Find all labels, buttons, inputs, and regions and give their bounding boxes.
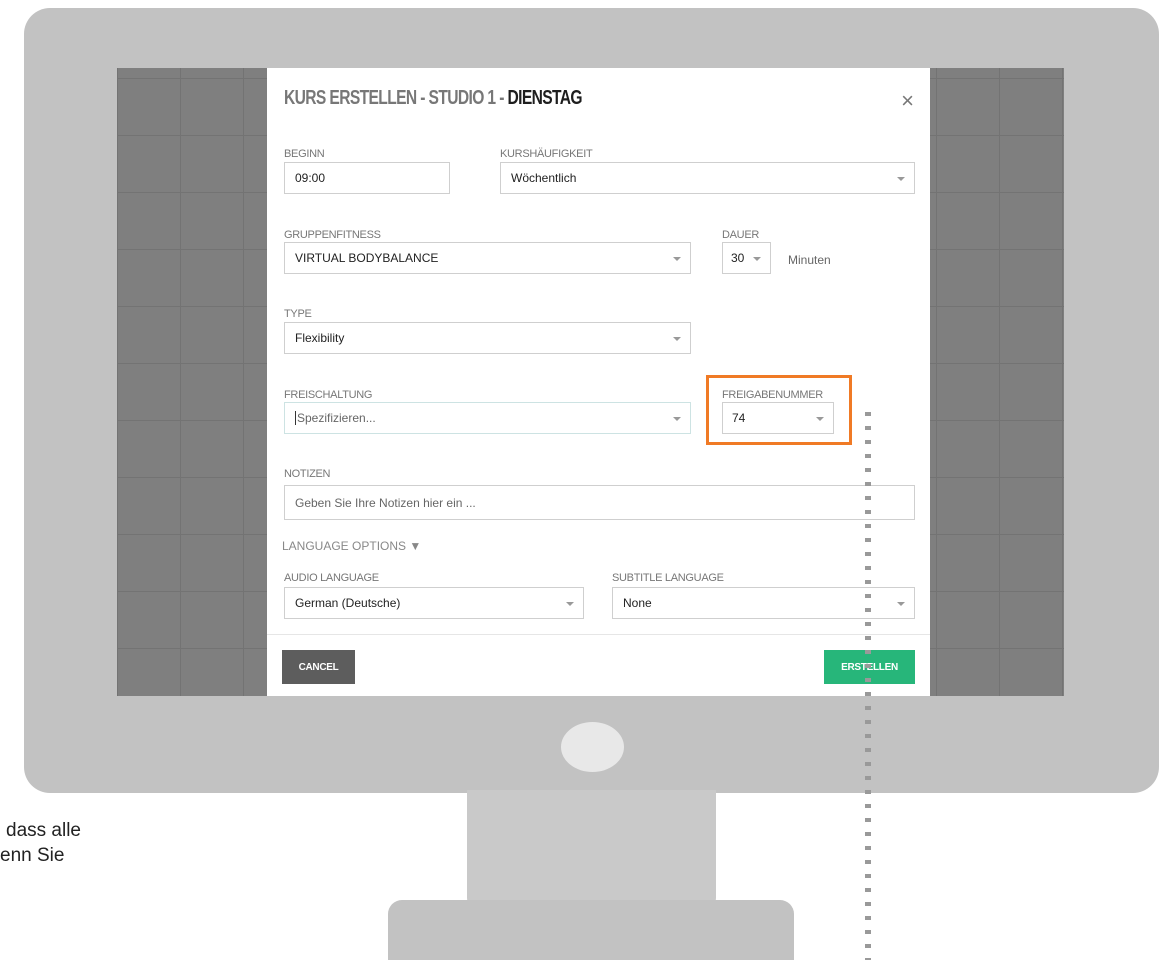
dauer-select[interactable]: 30	[722, 242, 771, 274]
beginn-label: BEGINN	[284, 148, 325, 160]
dialog-title-prefix: KURS ERSTELLEN - STUDIO 1 -	[284, 87, 504, 109]
language-options-toggle[interactable]: LANGUAGE OPTIONS ▼	[282, 539, 421, 553]
beginn-input[interactable]: 09:00	[284, 162, 450, 194]
dialog-title: KURS ERSTELLEN - STUDIO 1 - DIENSTAG	[284, 87, 583, 110]
side-text-line-1: dass alle	[6, 820, 81, 841]
audio-language-label: AUDIO LANGUAGE	[284, 572, 379, 584]
callout-dotted-line	[865, 412, 871, 960]
kurshaeufigkeit-select[interactable]: Wöchentlich	[500, 162, 915, 194]
kurshaeufigkeit-label: KURSHÄUFIGKEIT	[500, 148, 593, 160]
freischaltung-placeholder: Spezifizieren...	[297, 411, 376, 425]
close-icon[interactable]: ×	[901, 88, 914, 114]
notizen-label: NOTIZEN	[284, 468, 331, 480]
audio-language-select[interactable]: German (Deutsche)	[284, 587, 584, 619]
cancel-button[interactable]: CANCEL	[282, 650, 355, 684]
dialog-title-day: DIENSTAG	[507, 87, 582, 109]
freigabenummer-highlight	[706, 375, 852, 445]
footer-divider	[267, 634, 930, 635]
type-label: TYPE	[284, 308, 312, 320]
text-cursor	[295, 411, 296, 425]
side-text-line-2: enn Sie	[0, 845, 65, 866]
side-text: dass alle enn Sie	[0, 818, 81, 868]
subtitle-language-label: SUBTITLE LANGUAGE	[612, 572, 724, 584]
gruppenfitness-select[interactable]: VIRTUAL BODYBALANCE	[284, 242, 691, 274]
monitor-stand-neck	[467, 790, 716, 908]
type-select[interactable]: Flexibility	[284, 322, 691, 354]
dauer-unit: Minuten	[788, 253, 831, 267]
power-button-icon	[561, 722, 624, 772]
freischaltung-label: FREISCHALTUNG	[284, 389, 373, 401]
gruppenfitness-label: GRUPPENFITNESS	[284, 229, 381, 241]
freischaltung-select[interactable]: Spezifizieren...	[284, 402, 691, 434]
notizen-textarea[interactable]: Geben Sie Ihre Notizen hier ein ...	[284, 485, 915, 520]
monitor-stand-base	[388, 900, 794, 960]
dauer-label: DAUER	[722, 229, 760, 241]
